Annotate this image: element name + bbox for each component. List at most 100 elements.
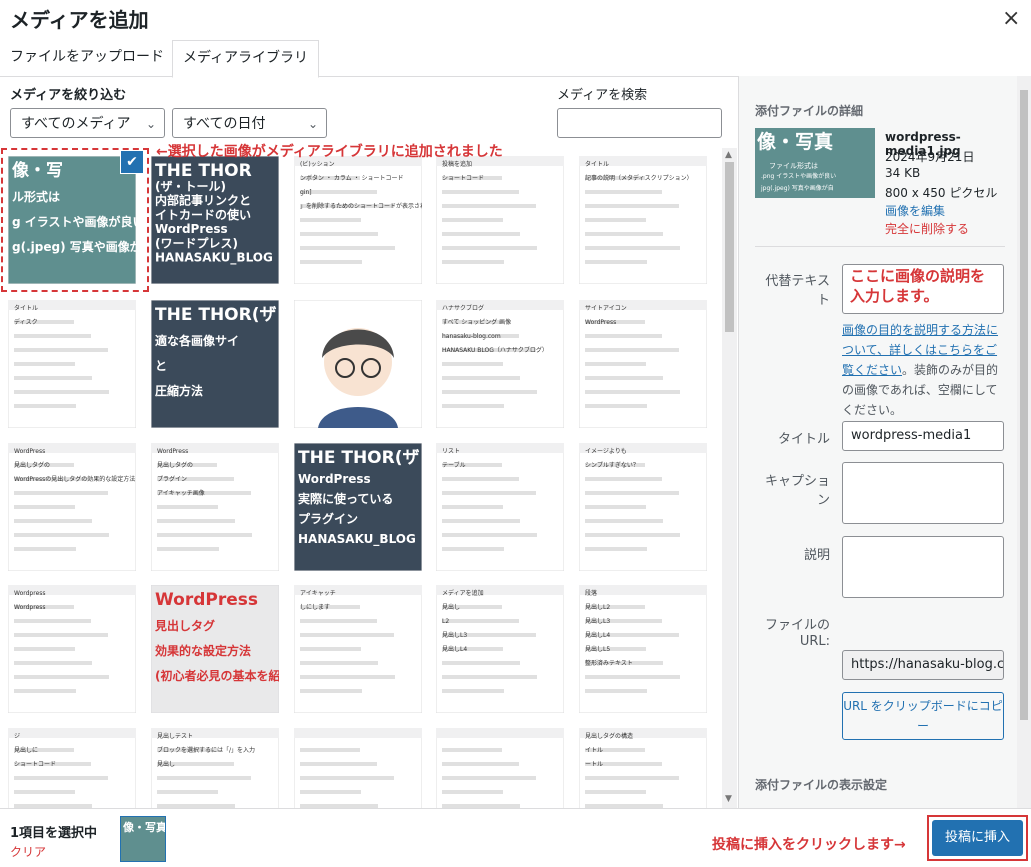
search-label: メディアを検索 xyxy=(557,88,648,103)
media-thumbnail[interactable]: THE THOR(ザ・トール)で適な各画像サイと圧縮方法 xyxy=(151,300,279,428)
check-icon[interactable]: ✔ xyxy=(120,150,144,174)
sidebar-scrollbar-thumb[interactable] xyxy=(1020,90,1028,720)
media-tabs: ファイルをアップロード メディアライブラリ xyxy=(0,40,1031,78)
media-thumbnail[interactable]: メディアを追加 見出し L2 見出しL3 見出しL4 xyxy=(436,585,564,713)
thumbnail-text: ジ xyxy=(14,733,20,740)
thumbnail-text: HANASAKU_BLOG xyxy=(155,251,273,266)
thumbnail-text: プラグイン xyxy=(157,475,187,483)
thumbnail-text: (初心者必見の基本を紹介) xyxy=(155,668,279,683)
thumbnail-text: 見出しタグの xyxy=(157,461,193,469)
thumbnail-text: イトカードの使い xyxy=(155,207,251,222)
media-thumbnail[interactable]: イメージよりも シンプルすぎない？ xyxy=(579,443,707,571)
edit-image-link[interactable]: 画像を編集 xyxy=(885,202,945,219)
display-settings-heading: 添付ファイルの表示設定 xyxy=(755,778,888,792)
media-thumbnail[interactable]: WordPress 見出しタグの プラグイン アイキャッチ画像 xyxy=(151,443,279,571)
thumbnail-text: 見出しに xyxy=(14,746,38,754)
thumbnail-text: 見出しL4 xyxy=(442,645,467,653)
divider xyxy=(755,246,1005,247)
media-thumbnail[interactable]: 見出しテスト ブロックを選択するには「/」を入力 見出し xyxy=(151,728,279,808)
details-heading: 添付ファイルの詳細 xyxy=(755,104,864,118)
annotation-alt-line: ここに画像の説明を xyxy=(850,267,986,285)
media-date-select[interactable]: すべての日付 ⌄ xyxy=(172,108,327,138)
file-url-field[interactable]: https://hanasaku-blog.co xyxy=(842,650,1004,680)
thumbnail-text: 効果的な設定方法 xyxy=(155,643,251,658)
thumbnail-text: WordPress xyxy=(155,222,228,236)
description-field[interactable] xyxy=(842,536,1004,598)
thumbnail-text: ディスク xyxy=(14,318,38,326)
media-thumbnail[interactable]: サイトアイコン WordPress xyxy=(579,300,707,428)
search-input[interactable] xyxy=(557,108,722,138)
media-thumbnail[interactable]: リスト テーブル xyxy=(436,443,564,571)
annotation-insert: 投稿に挿入をクリックします→ xyxy=(712,837,906,853)
copy-url-button[interactable]: URL をクリップボードにコピー xyxy=(842,692,1004,740)
media-thumbnail[interactable] xyxy=(436,728,564,808)
scroll-up-icon[interactable]: ▲ xyxy=(725,150,732,160)
caption-field[interactable] xyxy=(842,462,1004,524)
media-thumbnail[interactable]: 投稿を追加 ショートコード xyxy=(436,156,564,284)
media-thumbnail[interactable]: タイトル ディスク xyxy=(8,300,136,428)
alt-text-label: 代替テキスト xyxy=(765,274,830,308)
sidebar-scrollbar[interactable] xyxy=(1017,76,1031,808)
grid-scrollbar[interactable]: ▲ ▼ xyxy=(722,148,737,808)
annotation-selected: ←選択した画像がメディアライブラリに追加されました xyxy=(156,144,503,160)
thumbnail-text: WordPress xyxy=(14,448,45,455)
thumbnail-text: Wordpress xyxy=(14,604,46,611)
media-thumbnail[interactable] xyxy=(294,728,422,808)
insert-into-post-button[interactable]: 投稿に挿入 xyxy=(932,820,1023,856)
thumbnail-text: ハナサクブログ xyxy=(442,304,484,312)
media-date-value: すべての日付 xyxy=(183,116,266,132)
grid-scrollbar-thumb[interactable] xyxy=(725,162,734,332)
media-thumbnail[interactable]: タイトル 記事の説明（メタディスクリプション） xyxy=(579,156,707,284)
thumb-text: 像・写真 xyxy=(123,820,165,834)
clear-selection-link[interactable]: クリア xyxy=(10,843,46,860)
thumbnail-text: 見出しL5 xyxy=(585,645,610,653)
media-thumbnail[interactable]: ハナサクブログ すべて ショッピング 画像 hanasaku-blog.com HAN… xyxy=(436,300,564,428)
details-preview-image: 像・写真 ファイル形式は .png イラストや画像が良い jpg(.jpeg) … xyxy=(755,128,875,198)
media-thumbnail[interactable] xyxy=(294,300,422,428)
thumbnail-text: アイキャッチ画像 xyxy=(157,489,205,497)
media-thumbnail[interactable]: 段落 見出しL2 見出しL3 見出しL4 見出しL5 整形済みテキスト xyxy=(579,585,707,713)
modal-title: メディアを追加 xyxy=(10,8,149,32)
chevron-down-icon: ⌄ xyxy=(307,117,318,131)
selected-thumbnail[interactable]: 像・写真 xyxy=(120,816,166,862)
thumbnail-text: テーブル xyxy=(442,461,466,469)
media-thumbnail[interactable]: THE THOR (ザ・トール) 内部記事リンクと イトカードの使い WordPress… xyxy=(151,156,279,284)
alt-help-text: 画像の目的を説明する方法について、詳しくはこちらをご覧ください。装飾のみが目的の… xyxy=(842,320,1007,420)
media-thumbnail[interactable]: (ビ)ッション ンボタン ・ カラム ・ ショートコード gin] 」を削除するための… xyxy=(294,156,422,284)
thumbnail-text: HANASAKU BLOG（ハナサクブログ） xyxy=(442,346,548,354)
media-thumbnail[interactable]: Wordpress Wordpress xyxy=(8,585,136,713)
delete-permanently-link[interactable]: 完全に削除する xyxy=(885,220,969,237)
media-thumbnail[interactable]: THE THOR(ザ・トール)で WordPress 実際に使っているプラグイン HA… xyxy=(294,443,422,571)
thumbnail-text: 見出しタグの xyxy=(14,461,50,469)
thumbnail-text: gin] xyxy=(300,189,312,196)
annotation-alt-line: 入力します。 xyxy=(850,287,939,305)
thumbnail-text: WordPress xyxy=(155,590,258,610)
media-thumbnail[interactable]: アイキャッチ しにします xyxy=(294,585,422,713)
details-date: 2024年9月21日 xyxy=(885,150,975,164)
title-field[interactable]: wordpress-media1 xyxy=(842,421,1004,451)
file-url-label: ファイルの URL: xyxy=(764,618,830,649)
close-icon[interactable]: × xyxy=(1002,6,1020,31)
thumbnail-text: タイトル xyxy=(585,160,609,168)
media-thumbnail[interactable]: WordPress 見出しタグの WordPressの見出しタグの効果的な設定方法 xyxy=(8,443,136,571)
selection-count: 1項目を選択中 xyxy=(10,826,98,841)
details-size: 34 KB xyxy=(885,166,921,180)
scroll-down-icon[interactable]: ▼ xyxy=(725,794,732,804)
media-type-select[interactable]: すべてのメディア ⌄ xyxy=(10,108,165,138)
thumbnail-text: サイトアイコン xyxy=(585,305,627,312)
thumbnail-text: しにします xyxy=(300,604,330,611)
thumbnail-text: プラグイン xyxy=(298,511,358,526)
thumbnail-text: ンボタン ・ カラム ・ ショートコード xyxy=(300,174,403,182)
tab-upload-files[interactable]: ファイルをアップロード xyxy=(0,40,174,75)
media-thumbnail[interactable]: 見出しタグの構造 イトル ートル xyxy=(579,728,707,808)
media-type-value: すべてのメディア xyxy=(21,116,131,132)
media-thumbnail[interactable]: WordPress 見出しタグ効果的な設定方法 (初心者必見の基本を紹介) xyxy=(151,585,279,713)
thumbnail-text: 内部記事リンクと xyxy=(155,193,251,208)
media-thumbnail[interactable]: ジ見出しに ショートコード xyxy=(8,728,136,808)
thumbnail-text: すべて ショッピング 画像 xyxy=(442,318,511,326)
tab-media-library[interactable]: メディアライブラリ xyxy=(172,40,320,78)
thumbnail-text: イメージよりも xyxy=(585,448,627,455)
preview-text: jpg(.jpeg) 写真や画像が自 xyxy=(760,184,834,192)
thumbnail-text: アイキャッチ xyxy=(300,590,336,597)
thumbnail-text: メディアを追加 xyxy=(442,589,484,597)
